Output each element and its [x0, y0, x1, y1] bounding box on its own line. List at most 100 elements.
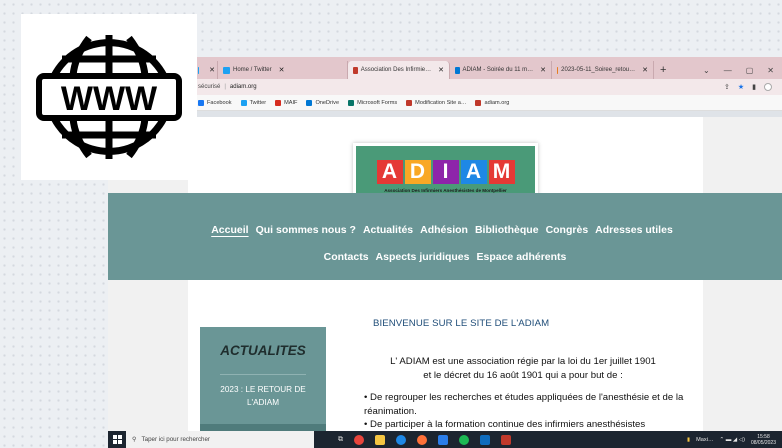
- nav-link[interactable]: Qui sommes nous ?: [256, 224, 356, 236]
- bookmark-item[interactable]: MAIF: [275, 99, 298, 106]
- tab-close-icon[interactable]: ✕: [279, 66, 285, 74]
- tab-favicon-icon: [455, 66, 460, 74]
- bookmark-favicon-icon: [275, 99, 282, 106]
- tab-search-button[interactable]: ⌄: [703, 66, 710, 75]
- profile-icon[interactable]: [764, 83, 772, 91]
- bookmark-item[interactable]: Twitter: [240, 99, 266, 106]
- browser-tab[interactable]: ✕: [196, 61, 218, 79]
- bookmark-item[interactable]: Modification Site a…: [406, 99, 467, 106]
- bookmark-item[interactable]: Facebook: [198, 99, 232, 106]
- address-bar[interactable]: sécurisé | adiam.org ⇪ ★ ▮: [196, 79, 782, 95]
- search-placeholder: Taper ici pour rechercher: [141, 436, 210, 443]
- nav-link[interactable]: Espace adhérents: [477, 251, 567, 263]
- address-icons: ⇪ ★ ▮: [724, 83, 782, 91]
- bookmark-label: Microsoft Forms: [357, 99, 398, 106]
- bookmark-label: Facebook: [207, 99, 232, 106]
- weather-text[interactable]: Maxi…: [696, 437, 713, 443]
- browser-tab[interactable]: Association Des Infirmie… ✕: [348, 61, 450, 79]
- url-text[interactable]: adiam.org: [230, 84, 257, 90]
- tab-favicon-icon: [198, 66, 200, 74]
- welcome-heading: BIENVENUE SUR LE SITE DE L'ADIAM: [373, 318, 550, 329]
- tab-label: ADIAM - Soirée du 11 m…: [462, 67, 534, 73]
- tab-label: Association Des Infirmie…: [360, 67, 432, 73]
- nav-link[interactable]: Aspects juridiques: [376, 251, 470, 263]
- browser-tab[interactable]: Home / Twitter ✕: [218, 61, 348, 79]
- logo-letter: D: [404, 160, 431, 184]
- news-item-link[interactable]: 2023 : LE RETOUR DE L'ADIAM: [206, 383, 320, 409]
- chrome-icon[interactable]: [354, 434, 364, 445]
- tab-close-icon[interactable]: ✕: [540, 66, 546, 74]
- new-tab-button[interactable]: +: [654, 61, 672, 79]
- logo-letter: A: [376, 160, 403, 184]
- sidebar-button[interactable]: [200, 424, 326, 431]
- www-label: WWW: [61, 80, 158, 118]
- news-sidebar: ACTUALITES 2023 : LE RETOUR DE L'ADIAM: [200, 327, 326, 431]
- nav-link[interactable]: Contacts: [324, 251, 369, 263]
- main-navigation: Accueil Qui sommes nous ? Actualités Adhési…: [108, 193, 782, 280]
- system-tray: ▮ Maxi… ⌃ ▬ ◢ ◁) 15:58 08/05/2023: [687, 434, 782, 446]
- clock[interactable]: 15:58 08/05/2023: [751, 434, 776, 446]
- intro-line-1: L' ADIAM est une association régie par l…: [390, 356, 656, 367]
- nav-link[interactable]: Adhésion: [420, 224, 468, 236]
- nav-link[interactable]: Congrès: [546, 224, 589, 236]
- tab-favicon-icon: [353, 66, 358, 74]
- file-explorer-icon[interactable]: [375, 434, 385, 445]
- spotify-icon[interactable]: [459, 434, 469, 445]
- tab-close-icon[interactable]: ✕: [209, 66, 215, 74]
- tab-label: Home / Twitter: [233, 67, 272, 73]
- bookmark-item[interactable]: OneDrive: [306, 99, 340, 106]
- address-separator: |: [224, 84, 226, 90]
- minimize-button[interactable]: —: [724, 66, 732, 75]
- start-button[interactable]: [108, 431, 126, 448]
- tab-close-icon[interactable]: ✕: [438, 66, 444, 74]
- logo-letter: A: [460, 160, 487, 184]
- share-icon[interactable]: ⇪: [724, 83, 730, 91]
- nav-link[interactable]: Actualités: [363, 224, 413, 236]
- browser-chrome: ✕ Home / Twitter ✕ Association Des Infirmie…: [196, 57, 782, 117]
- bookmark-label: adiam.org: [484, 99, 510, 106]
- store-icon[interactable]: [438, 434, 448, 445]
- firefox-icon[interactable]: [417, 434, 427, 445]
- bookmark-item[interactable]: adiam.org: [475, 99, 510, 106]
- search-icon: ⚲: [132, 436, 137, 443]
- logo-letter: M: [488, 160, 515, 184]
- bookmark-favicon-icon: [198, 99, 204, 106]
- window-controls: ⌄ — ▢ ✕: [703, 61, 782, 79]
- bookmarks-bar: Facebook Twitter MAIF OneDrive Microsoft For…: [196, 95, 782, 111]
- web-page: ADIAM Association Des Infirmiers Anesthé…: [108, 117, 782, 431]
- tab-strip: ✕ Home / Twitter ✕ Association Des Infirmie…: [196, 57, 782, 79]
- taskbar-search[interactable]: ⚲ Taper ici pour rechercher: [126, 431, 314, 448]
- outlook-icon[interactable]: [480, 434, 490, 445]
- browser-tab[interactable]: 2023-05-11_Soiree_retou… ✕: [552, 61, 654, 79]
- windows-taskbar: ⚲ Taper ici pour rechercher ⧉ ▮ Maxi… ⌃ …: [108, 431, 782, 448]
- nav-row-1: Accueil Qui sommes nous ? Actualités Adhési…: [105, 224, 779, 236]
- maximize-button[interactable]: ▢: [746, 66, 754, 75]
- tray-icons[interactable]: ⌃ ▬ ◢ ◁): [720, 437, 745, 443]
- tab-label: 2023-05-11_Soiree_retou…: [561, 67, 636, 73]
- app-icon[interactable]: [501, 434, 511, 445]
- security-label: sécurisé: [198, 84, 221, 90]
- sidebar-icon[interactable]: ▮: [752, 83, 756, 91]
- purpose-item-2: • De participer à la formation continue …: [364, 419, 646, 430]
- bookmark-favicon-icon: [348, 99, 355, 106]
- bookmark-label: Modification Site a…: [415, 99, 467, 106]
- tab-favicon-icon: [223, 66, 230, 74]
- nav-link[interactable]: Adresses utiles: [595, 224, 673, 236]
- nav-link[interactable]: Accueil: [211, 224, 248, 236]
- edge-icon[interactable]: [396, 434, 406, 445]
- task-view-icon[interactable]: ⧉: [338, 436, 343, 444]
- bookmark-favicon-icon: [240, 99, 247, 106]
- intro-text: L' ADIAM est une association régie par l…: [364, 355, 682, 382]
- www-globe-card: WWW: [21, 14, 197, 180]
- sidebar-title: ACTUALITES: [220, 343, 306, 358]
- nav-link[interactable]: Bibliothèque: [475, 224, 539, 236]
- tab-favicon-icon: [557, 66, 559, 74]
- bookmark-label: OneDrive: [315, 99, 340, 106]
- star-icon[interactable]: ★: [738, 83, 744, 91]
- bookmark-label: MAIF: [284, 99, 298, 106]
- sidebar-divider: [220, 374, 306, 375]
- browser-tab[interactable]: ADIAM - Soirée du 11 m… ✕: [450, 61, 552, 79]
- close-window-button[interactable]: ✕: [767, 66, 774, 75]
- bookmark-item[interactable]: Microsoft Forms: [348, 99, 398, 106]
- tab-close-icon[interactable]: ✕: [642, 66, 648, 74]
